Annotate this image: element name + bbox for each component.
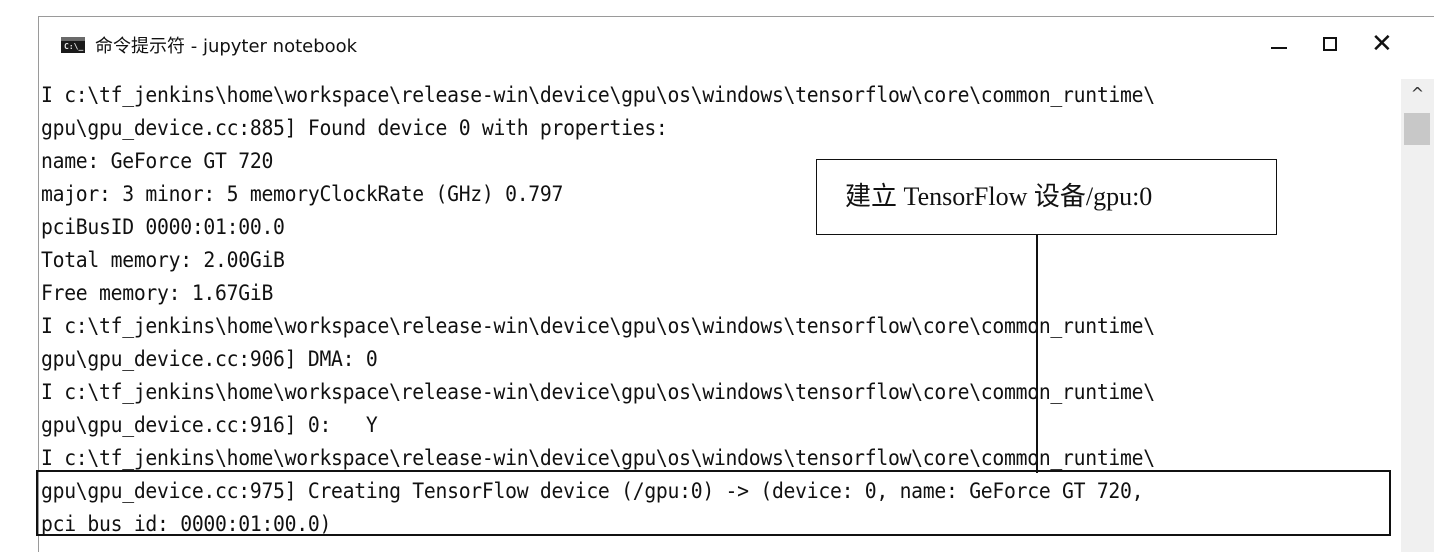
close-button[interactable]: ✕ xyxy=(1357,25,1413,65)
vertical-scrollbar[interactable]: ^ xyxy=(1401,79,1434,552)
console-line: I c:\tf_jenkins\home\workspace\release-w… xyxy=(41,83,1155,107)
console-line: pciBusID 0000:01:00.0 xyxy=(41,215,285,239)
console-line: gpu\gpu_device.cc:916] 0: Y xyxy=(41,413,378,437)
callout-leader-line xyxy=(1036,235,1038,473)
minimize-icon xyxy=(1271,47,1287,49)
console-line: Free memory: 1.67GiB xyxy=(41,281,274,305)
console-line: gpu\gpu_device.cc:906] DMA: 0 xyxy=(41,347,378,371)
scroll-up-arrow-icon[interactable]: ^ xyxy=(1401,79,1434,109)
annotation-callout: 建立 TensorFlow 设备/gpu:0 xyxy=(816,159,1277,235)
window-title: 命令提示符 - jupyter notebook xyxy=(95,36,358,57)
cmd-console-icon: C:\_ xyxy=(61,37,85,53)
minimize-button[interactable] xyxy=(1251,25,1307,65)
scrollbar-thumb[interactable] xyxy=(1404,113,1430,145)
console-line: name: GeForce GT 720 xyxy=(41,149,274,173)
console-line: I c:\tf_jenkins\home\workspace\release-w… xyxy=(41,314,1155,338)
highlight-box xyxy=(36,470,1391,536)
console-line: major: 3 minor: 5 memoryClockRate (GHz) … xyxy=(41,182,564,206)
close-icon: ✕ xyxy=(1371,29,1393,59)
title-bar[interactable]: C:\_ 命令提示符 - jupyter notebook ✕ xyxy=(39,17,1434,71)
console-line: gpu\gpu_device.cc:885] Found device 0 wi… xyxy=(41,116,668,140)
maximize-button[interactable] xyxy=(1303,25,1359,65)
maximize-icon xyxy=(1323,37,1337,51)
console-line: I c:\tf_jenkins\home\workspace\release-w… xyxy=(41,380,1155,404)
console-line: Total memory: 2.00GiB xyxy=(41,248,285,272)
